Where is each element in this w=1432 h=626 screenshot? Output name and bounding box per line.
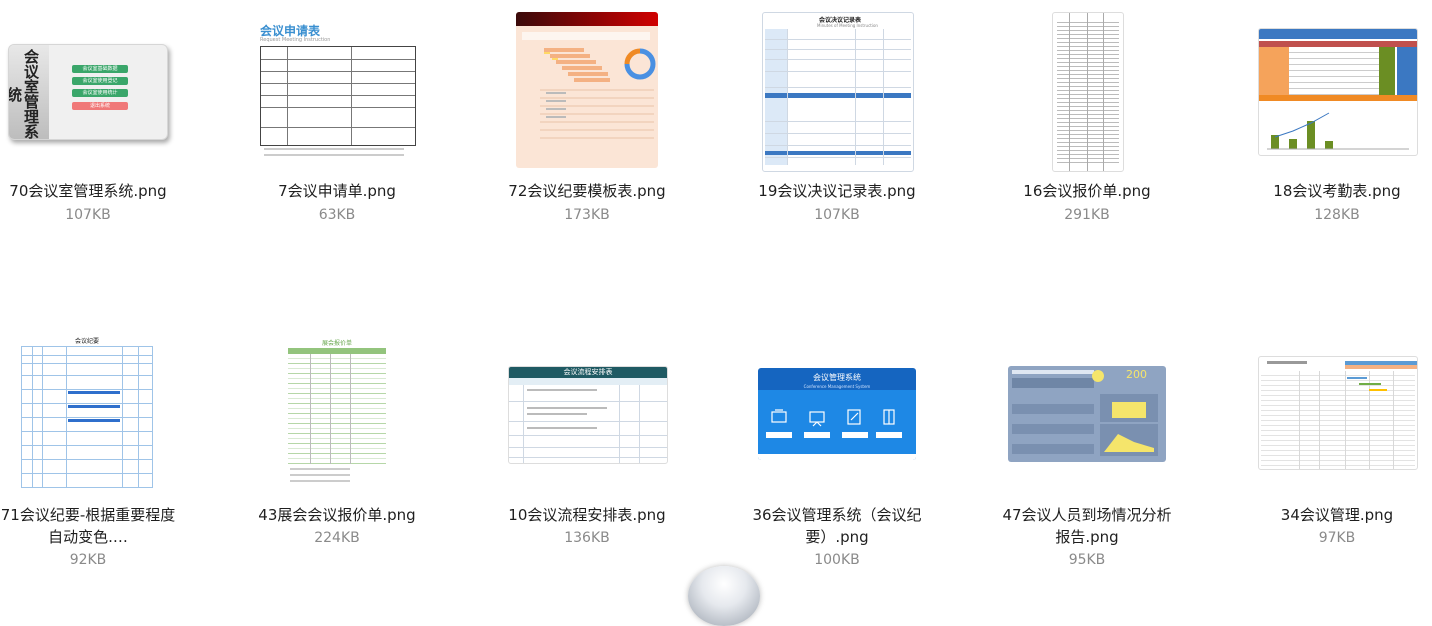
- file-name[interactable]: 19会议决议记录表.png: [732, 180, 942, 202]
- file-tile[interactable]: 18会议考勤表.png 128KB: [1232, 0, 1432, 240]
- menu-icons: [766, 409, 902, 438]
- thumb-subtitle: Request Meeting Instruction: [260, 37, 331, 43]
- file-tile[interactable]: 72会议纪要模板表.png 173KB: [482, 0, 692, 240]
- file-thumbnail[interactable]: 会议管理系统 Conference Management System: [758, 368, 916, 460]
- file-size: 95KB: [1068, 552, 1106, 568]
- file-size: 128KB: [1314, 207, 1360, 223]
- file-tile[interactable]: 200 47会议人员到场情况分析 报告.png 95KB: [982, 330, 1192, 590]
- bar-chart-icon: [1267, 112, 1409, 150]
- file-thumbnail[interactable]: [1258, 28, 1418, 156]
- file-tile[interactable]: 会议室管理系统 会议室基础数据 会议室使用登记 会议室使用统计 退出系统 70会…: [0, 0, 193, 240]
- thumb-button: 退出系统: [72, 102, 128, 110]
- thumb-title: 展会报价单: [321, 340, 352, 347]
- file-size: 107KB: [814, 207, 860, 223]
- thumb-title: 会议纪要: [74, 338, 99, 345]
- file-tile[interactable]: 34会议管理.png 97KB: [1232, 330, 1432, 590]
- file-thumbnail[interactable]: 会议室管理系统 会议室基础数据 会议室使用登记 会议室使用统计 退出系统: [8, 44, 168, 140]
- file-tile[interactable]: 会议决议记录表 Minutes of Meeting Instruction 1…: [732, 0, 942, 240]
- file-thumbnail[interactable]: [516, 12, 658, 168]
- thumb-subtitle: Minutes of Meeting Instruction: [817, 23, 878, 28]
- thumb-subtitle: Conference Management System: [803, 384, 871, 389]
- file-thumbnail[interactable]: 会议纪要: [19, 332, 155, 490]
- file-name[interactable]: 18会议考勤表.png: [1232, 180, 1432, 202]
- file-size: 224KB: [314, 530, 360, 546]
- thumb-button: 会议室使用登记: [72, 77, 128, 85]
- file-name-line[interactable]: 报告.png: [982, 526, 1192, 548]
- thumb-button: 会议室基础数据: [72, 65, 128, 73]
- file-tile[interactable]: 会议流程安排表 10会议流程安排表.png 136KB: [482, 330, 692, 590]
- file-size: 173KB: [564, 207, 610, 223]
- file-tile[interactable]: 会议纪要 71会议纪要-根据重要程度 自动变色.… 92KB: [0, 330, 193, 590]
- file-name-line[interactable]: 要）.png: [732, 526, 942, 548]
- floating-assistant-icon[interactable]: [688, 566, 760, 626]
- file-thumbnail[interactable]: 会议申请表 Request Meeting Instruction: [256, 20, 418, 162]
- file-name[interactable]: 7会议申请单.png: [232, 180, 442, 202]
- file-name[interactable]: 10会议流程安排表.png: [482, 504, 692, 526]
- file-name[interactable]: 72会议纪要模板表.png: [482, 180, 692, 202]
- file-size: 291KB: [1064, 207, 1110, 223]
- file-tile[interactable]: 会议申请表 Request Meeting Instruction 7会议申请单…: [232, 0, 442, 240]
- file-name-line[interactable]: 47会议人员到场情况分析: [982, 504, 1192, 526]
- file-tile[interactable]: 展会报价单 43展会会议报价单.png 224KB: [232, 330, 442, 590]
- file-name-line[interactable]: 36会议管理系统（会议纪: [732, 504, 942, 526]
- file-name[interactable]: 34会议管理.png: [1232, 504, 1432, 526]
- thumb-title: 会议管理系统: [813, 373, 861, 382]
- file-name[interactable]: 16会议报价单.png: [982, 180, 1192, 202]
- thumb-number: 200: [1126, 368, 1147, 381]
- file-size: 107KB: [65, 207, 111, 223]
- file-size: 63KB: [318, 207, 356, 223]
- thumb-button: 会议室使用统计: [72, 89, 128, 97]
- thumb-title: 会议室管理系统: [8, 49, 40, 139]
- file-thumbnail[interactable]: 会议流程安排表: [508, 366, 668, 464]
- file-tile[interactable]: 16会议报价单.png 291KB: [982, 0, 1192, 240]
- file-name-line[interactable]: 自动变色.…: [0, 526, 193, 548]
- file-size: 136KB: [564, 530, 610, 546]
- file-tile[interactable]: 会议管理系统 Conference Management System 36会议…: [732, 330, 942, 590]
- file-thumbnail[interactable]: [1052, 12, 1124, 172]
- file-name[interactable]: 43展会会议报价单.png: [232, 504, 442, 526]
- file-name-line[interactable]: 71会议纪要-根据重要程度: [0, 504, 193, 526]
- file-size: 97KB: [1318, 530, 1356, 546]
- file-size: 100KB: [814, 552, 860, 568]
- file-thumbnail[interactable]: 展会报价单: [286, 338, 388, 492]
- area-chart-icon: [1100, 424, 1158, 456]
- file-thumbnail[interactable]: 会议决议记录表 Minutes of Meeting Instruction: [762, 12, 914, 172]
- file-thumbnail[interactable]: [1258, 356, 1418, 470]
- file-thumbnail[interactable]: 200: [1008, 366, 1166, 462]
- file-name[interactable]: 70会议室管理系统.png: [0, 180, 193, 202]
- thumb-title: 会议流程安排表: [509, 367, 667, 378]
- file-size: 92KB: [69, 552, 107, 568]
- gantt-chart-icon: [540, 48, 656, 139]
